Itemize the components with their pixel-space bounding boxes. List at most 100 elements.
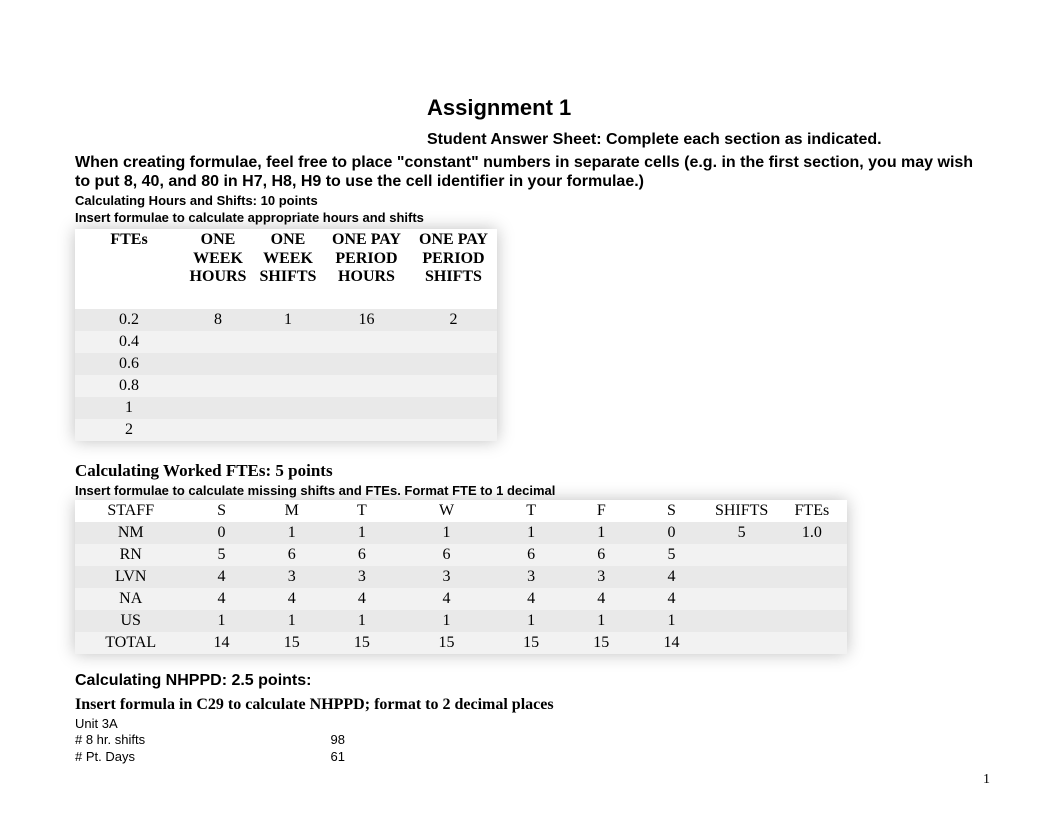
section2-title: Calculating Worked FTEs: 5 points <box>75 461 987 481</box>
cell: 2 <box>75 419 183 441</box>
t2-h-ftes: FTEs <box>777 500 847 522</box>
page-number: 1 <box>983 772 990 788</box>
cell: 3 <box>327 566 397 588</box>
cell: 0 <box>636 522 706 544</box>
cell: 3 <box>397 566 496 588</box>
cell: 1 <box>566 522 636 544</box>
cell: 4 <box>186 588 256 610</box>
cell: 15 <box>397 632 496 654</box>
t2-h-d2: T <box>327 500 397 522</box>
table-row: US1111111 <box>75 610 847 632</box>
cell: 0.4 <box>75 331 183 353</box>
t2-h-d4: T <box>496 500 566 522</box>
cell: 1 <box>186 610 256 632</box>
cell <box>777 632 847 654</box>
table-row: NA4444444 <box>75 588 847 610</box>
cell <box>777 588 847 610</box>
cell: 1.0 <box>777 522 847 544</box>
cell <box>707 544 777 566</box>
table-row: LVN4333334 <box>75 566 847 588</box>
cell <box>707 588 777 610</box>
cell: 1 <box>636 610 706 632</box>
cell <box>410 353 497 375</box>
cell: 1 <box>327 522 397 544</box>
cell: 14 <box>636 632 706 654</box>
table-row: 2 <box>75 419 497 441</box>
t2-h-d5: F <box>566 500 636 522</box>
cell: 0 <box>186 522 256 544</box>
cell: 1 <box>253 309 323 331</box>
cell: 1 <box>397 522 496 544</box>
cell: 15 <box>327 632 397 654</box>
cell: 6 <box>496 544 566 566</box>
cell: 15 <box>496 632 566 654</box>
t1-h-fte: FTEs <box>75 229 183 309</box>
cell: 5 <box>707 522 777 544</box>
worked-ftes-table: STAFF S M T W T F S SHIFTS FTEs NM011111… <box>75 500 847 654</box>
table-row: RN5666665 <box>75 544 847 566</box>
cell <box>253 397 323 419</box>
cell: 4 <box>566 588 636 610</box>
cell: US <box>75 610 186 632</box>
cell: 6 <box>257 544 327 566</box>
cell: 0.6 <box>75 353 183 375</box>
cell: 3 <box>496 566 566 588</box>
cell: 1 <box>257 522 327 544</box>
cell: 15 <box>566 632 636 654</box>
table-row: 0.8 <box>75 375 497 397</box>
table-row: 0.281162 <box>75 309 497 331</box>
t2-h-d6: S <box>636 500 706 522</box>
cell <box>183 353 253 375</box>
t2-h-staff: STAFF <box>75 500 186 522</box>
cell: 1 <box>75 397 183 419</box>
cell: 3 <box>566 566 636 588</box>
cell: NM <box>75 522 186 544</box>
t1-h-opph: ONE PAY PERIOD HOURS <box>323 229 410 309</box>
section3-instr: Insert formula in C29 to calculate NHPPD… <box>75 696 987 714</box>
cell <box>707 632 777 654</box>
cell: 15 <box>257 632 327 654</box>
cell <box>253 331 323 353</box>
cell <box>323 419 410 441</box>
section2-instr: Insert formulae to calculate missing shi… <box>75 483 987 498</box>
cell: 5 <box>186 544 256 566</box>
cell: 0.8 <box>75 375 183 397</box>
cell: 0.2 <box>75 309 183 331</box>
nhppd-block: Unit 3A # 8 hr. shifts 98 # Pt. Days 61 <box>75 716 987 765</box>
cell <box>410 397 497 419</box>
cell: 14 <box>186 632 256 654</box>
cell: 1 <box>496 610 566 632</box>
cell: 1 <box>257 610 327 632</box>
cell <box>410 375 497 397</box>
nhppd-line2-value: 61 <box>305 749 345 765</box>
cell: 1 <box>566 610 636 632</box>
cell <box>777 610 847 632</box>
cell: 4 <box>397 588 496 610</box>
t1-h-ows: ONE WEEK SHIFTS <box>253 229 323 309</box>
cell <box>183 375 253 397</box>
cell <box>253 375 323 397</box>
t2-h-d3: W <box>397 500 496 522</box>
t1-h-opps: ONE PAY PERIOD SHIFTS <box>410 229 497 309</box>
nhppd-unit: Unit 3A <box>75 716 987 732</box>
cell: 4 <box>257 588 327 610</box>
cell <box>777 544 847 566</box>
cell: 1 <box>496 522 566 544</box>
cell: 1 <box>397 610 496 632</box>
cell: TOTAL <box>75 632 186 654</box>
cell: 16 <box>323 309 410 331</box>
cell: 4 <box>636 588 706 610</box>
section3-title: Calculating NHPPD: 2.5 points: <box>75 672 987 690</box>
cell: 5 <box>636 544 706 566</box>
cell <box>183 397 253 419</box>
cell <box>410 331 497 353</box>
t2-h-d0: S <box>186 500 256 522</box>
cell <box>183 419 253 441</box>
cell: NA <box>75 588 186 610</box>
cell <box>323 331 410 353</box>
t2-h-shifts: SHIFTS <box>707 500 777 522</box>
cell: 8 <box>183 309 253 331</box>
cell <box>777 566 847 588</box>
cell: 4 <box>186 566 256 588</box>
t2-h-d1: M <box>257 500 327 522</box>
